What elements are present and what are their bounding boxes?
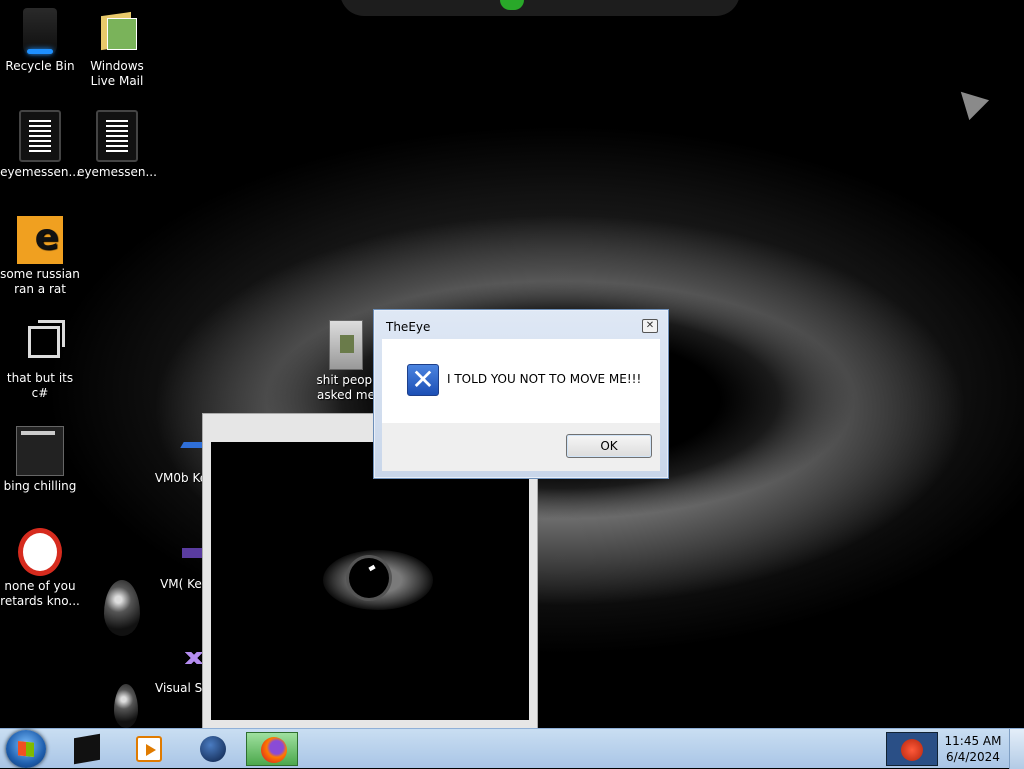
desktop-icon-label: Recycle Bin [5, 59, 75, 73]
wallpaper-teardrop [114, 684, 138, 728]
taskbar: 11:45 AM 6/4/2024 [0, 728, 1024, 769]
text-document-icon [96, 110, 138, 162]
desktop-icon-label: that but its c# [6, 371, 74, 400]
windows-live-mail-icon [97, 8, 137, 56]
tray-app-thumbnail[interactable] [886, 732, 938, 766]
terminal-icon [74, 733, 100, 765]
taskbar-item-globe[interactable] [186, 732, 238, 766]
dialog-title: TheEye [386, 320, 431, 334]
desktop-icon-eyemessen-1[interactable]: eyemessen... [0, 110, 80, 180]
show-desktop-button[interactable] [1009, 729, 1024, 769]
taskbar-item-terminal[interactable] [60, 732, 112, 766]
text-document-icon [19, 110, 61, 162]
green-led-icon [500, 0, 524, 10]
eye-window-view [211, 442, 529, 720]
wallpaper-teardrop [104, 580, 140, 636]
folder-icon [329, 320, 363, 370]
message-dialog[interactable]: TheEye ✕ ✕ I TOLD YOU NOT TO MOVE ME!!! … [373, 309, 669, 479]
copy-icon [20, 320, 65, 368]
globe-icon [200, 736, 226, 762]
wallpaper-top-arc [340, 0, 740, 16]
desktop-icon-label: none of you retards kno... [0, 579, 80, 608]
desktop-icon-label: bing chilling [3, 479, 77, 493]
dialog-body: ✕ I TOLD YOU NOT TO MOVE ME!!! [382, 339, 660, 423]
clock-time: 11:45 AM [944, 734, 1002, 748]
recycle-bin-icon [23, 8, 57, 56]
close-button[interactable]: ✕ [642, 319, 658, 333]
firefox-icon [261, 737, 287, 763]
desktop-icon-bing-chilling[interactable]: bing chilling [0, 426, 80, 494]
desktop-icon-windows-live-mail[interactable]: Windows Live Mail [77, 8, 157, 89]
clock-date: 6/4/2024 [946, 750, 1000, 764]
application-icon [17, 216, 63, 264]
desktop-icon-label: eyemessen... [77, 165, 157, 179]
taskbar-item-firefox[interactable] [246, 732, 298, 766]
dialog-message: I TOLD YOU NOT TO MOVE ME!!! [447, 372, 642, 386]
desktop-icon-some-russian[interactable]: some russian ran a rat [0, 216, 80, 297]
taskbar-item-media-player[interactable] [122, 732, 174, 766]
desktop-icon-none-of-you[interactable]: none of you retards kno... [0, 528, 80, 609]
error-x-icon: ✕ [407, 364, 439, 396]
ring-icon [18, 528, 62, 576]
desktop-icon-that-but-its-c[interactable]: that but its c# [0, 320, 80, 401]
desktop-icon-eyemessen-2[interactable]: eyemessen... [77, 110, 157, 180]
mouse-cursor-icon [950, 81, 990, 121]
media-player-icon [136, 736, 162, 762]
desktop-icon-label: Windows Live Mail [90, 59, 144, 88]
desktop[interactable]: Recycle Bin Windows Live Mail eyemessen.… [0, 0, 1024, 728]
dialog-footer: OK [382, 423, 660, 471]
window-icon [16, 426, 64, 476]
desktop-icon-label: some russian ran a rat [0, 267, 80, 296]
pupil-icon [349, 558, 389, 598]
desktop-icon-label: eyemessen... [0, 165, 80, 179]
desktop-icon-recycle-bin[interactable]: Recycle Bin [0, 8, 80, 74]
eye-icon [323, 550, 433, 610]
start-button[interactable] [6, 730, 46, 768]
system-clock[interactable]: 11:45 AM 6/4/2024 [944, 733, 1002, 765]
ok-button[interactable]: OK [566, 434, 652, 458]
